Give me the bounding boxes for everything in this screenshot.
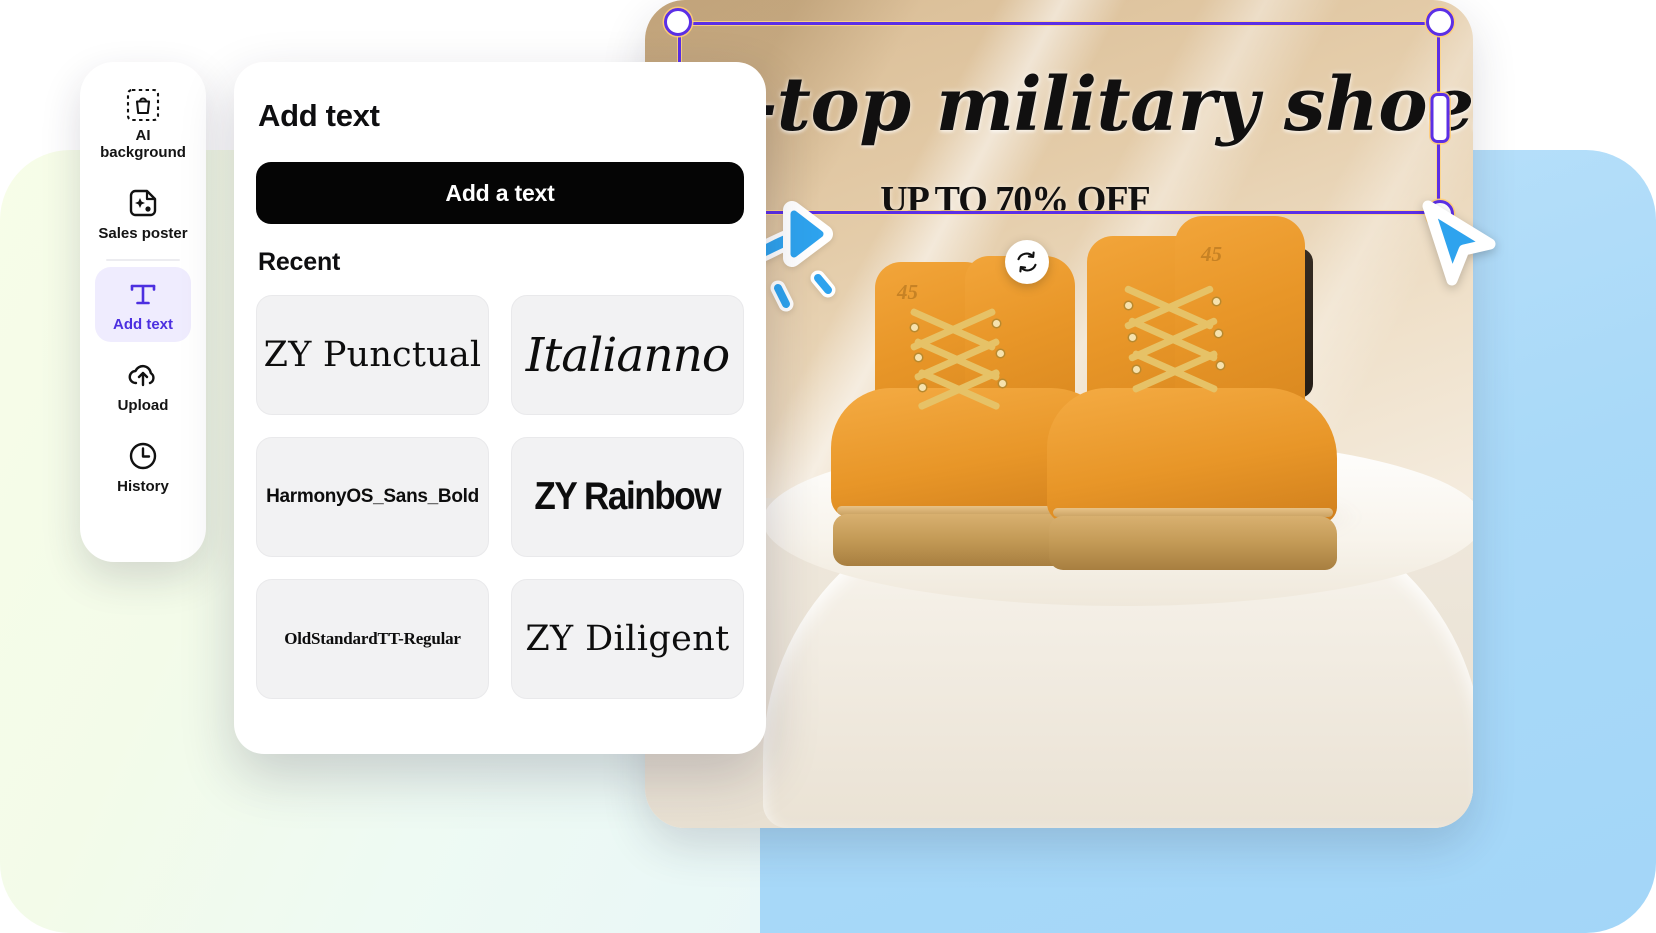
font-tile-label: OldStandardTT-Regular [284, 629, 461, 648]
sidebar-item-label-line1: AI [135, 127, 151, 144]
sidebar-item-label-line2: background [100, 144, 186, 162]
sidebar-divider [106, 259, 180, 262]
text-t-glyph [130, 284, 156, 305]
poster-headline-text[interactable]: High-top military shoes [645, 68, 1473, 142]
font-tile-zy-diligent[interactable]: ZY Diligent [511, 579, 744, 699]
font-tile-italianno[interactable]: Italianno [511, 295, 744, 415]
font-tile-label: HarmonyOS_Sans_Bold [266, 486, 479, 507]
sidebar-item-label: Add text [113, 316, 173, 334]
cloud-upload-glyph [128, 365, 155, 387]
add-text-panel: Add text Add a text Recent ZY Punctual I… [234, 62, 766, 754]
bag-frame-glyph [126, 88, 160, 122]
shopping-bag-in-frame-icon [95, 88, 191, 122]
sidebar-item-label: Upload [117, 397, 169, 415]
sidebar-item-history[interactable]: History [95, 429, 191, 504]
sidebar-item-ai-background[interactable]: AI background [95, 78, 191, 170]
font-tile-label: ZY Diligent [525, 619, 730, 659]
sidebar-item-upload[interactable]: Upload [95, 348, 191, 423]
sidebar-item-label: Sales poster [98, 225, 188, 243]
boot-right: 45 [1025, 208, 1365, 578]
font-tile-oldstandardtt-regular[interactable]: OldStandardTT-Regular [256, 579, 489, 699]
recent-section-label: Recent [258, 248, 341, 276]
recent-fonts-grid: ZY Punctual Italianno HarmonyOS_Sans_Bol… [256, 295, 744, 699]
page-title: Add text [258, 98, 380, 133]
clock-glyph [129, 443, 157, 470]
font-tile-zy-rainbow[interactable]: ZY Rainbow [511, 437, 744, 557]
text-t-icon [95, 277, 191, 311]
blue-mouse-pointer-cursor [1418, 200, 1504, 292]
add-a-text-button[interactable]: Add a text [256, 162, 744, 224]
sidebar-item-sales-poster[interactable]: Sales poster [95, 176, 191, 251]
font-tile-label: ZY Rainbow [534, 475, 722, 518]
rotate-glyph [1017, 251, 1037, 273]
tool-rail: AI background Sales poster Add text Uplo… [80, 62, 206, 562]
clock-icon [95, 439, 191, 473]
poster-canvas[interactable]: 45 45 -top military shoe UP TO 70% OFF [645, 0, 1473, 828]
rotate-refresh-icon[interactable] [1005, 240, 1049, 284]
sidebar-item-add-text[interactable]: Add text [95, 267, 191, 343]
sidebar-item-label: History [117, 478, 169, 496]
image-sparkle-icon [95, 186, 191, 220]
cloud-upload-icon [95, 358, 191, 392]
font-tile-label: ZY Punctual [263, 335, 482, 375]
cursor-svg [1422, 200, 1496, 286]
font-tile-zy-punctual[interactable]: ZY Punctual [256, 295, 489, 415]
font-tile-label: Italianno [525, 327, 730, 383]
image-sparkle-glyph [129, 189, 157, 217]
font-tile-harmonyos-sans-bold[interactable]: HarmonyOS_Sans_Bold [256, 437, 489, 557]
